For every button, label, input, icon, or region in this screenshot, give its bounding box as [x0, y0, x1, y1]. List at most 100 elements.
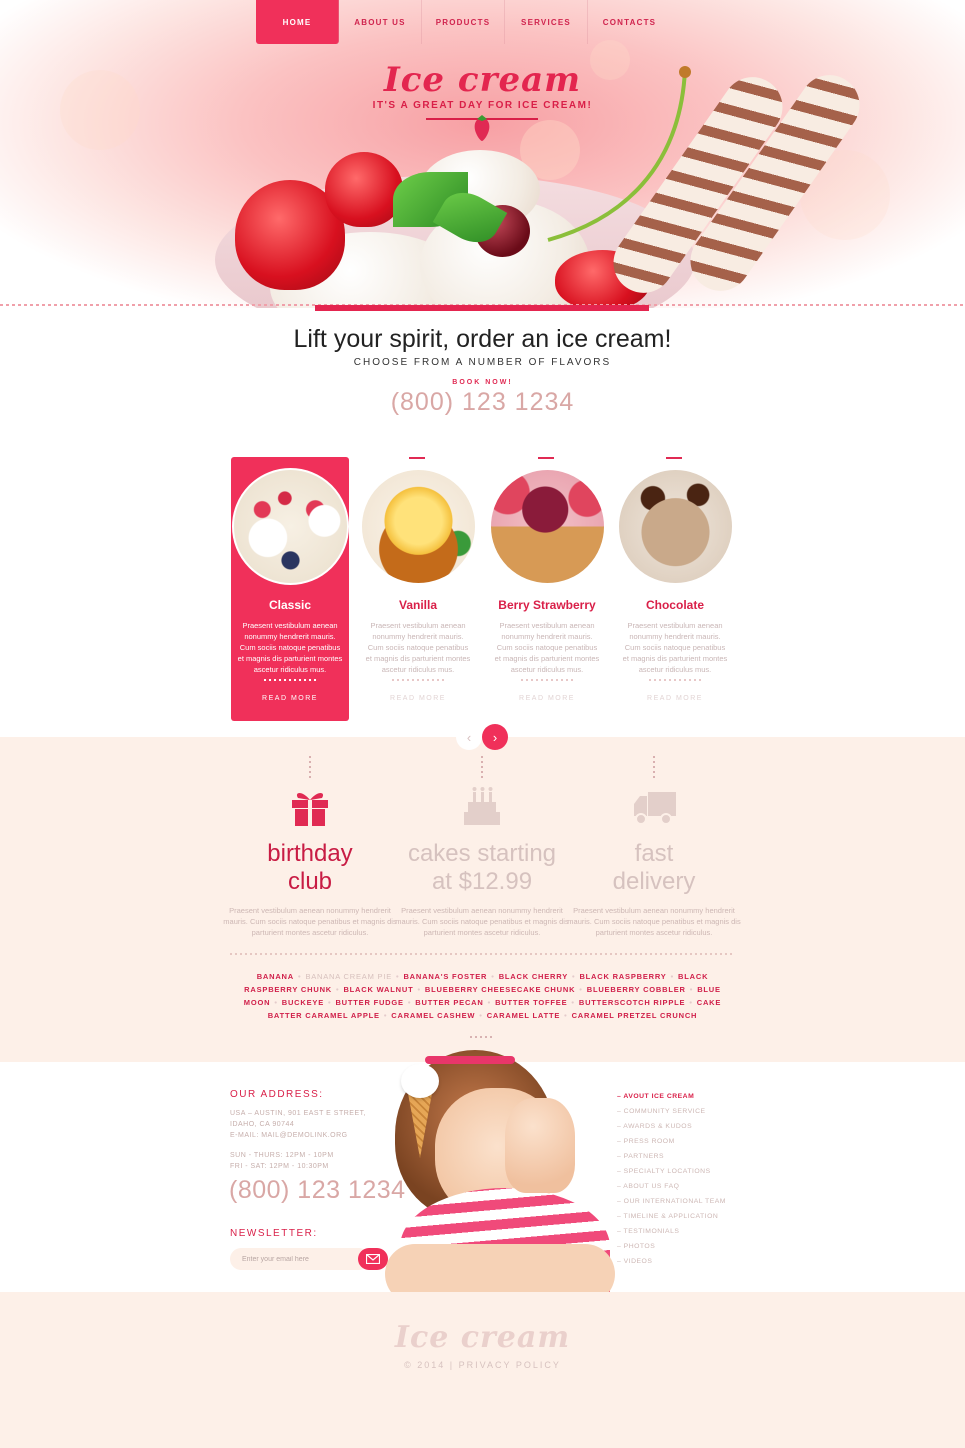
- flavor-item[interactable]: BUTTER FUDGE: [335, 998, 403, 1007]
- product-card-vanilla[interactable]: Vanilla Praesent vestibulum aenean nonum…: [359, 457, 477, 721]
- berry-strawberry-ice-cream-image: [489, 468, 606, 585]
- girl-with-ice-cream-photo: [385, 1048, 615, 1306]
- opening-hours: SUN - THURS: 12PM - 10PM: [230, 1152, 334, 1159]
- flavor-item[interactable]: BLUEBERRY CHEESECAKE CHUNK: [425, 985, 575, 994]
- flavor-list: BANANA • BANANA CREAM PIE • BANANA'S FOSTER •…: [230, 970, 735, 1022]
- nav-contacts[interactable]: CONTACTS: [588, 0, 671, 44]
- flavor-item[interactable]: BLACK WALNUT: [343, 985, 413, 994]
- envelope-icon: [366, 1254, 380, 1264]
- chocolate-ice-cream-image: [617, 468, 734, 585]
- flavor-item[interactable]: BLUEBERRY COBBLER: [587, 985, 686, 994]
- footer-logo[interactable]: Ice cream: [0, 1320, 965, 1355]
- feature-description: Praesent vestibulum aenean nonummy hendr…: [395, 906, 569, 937]
- footer-link[interactable]: AVOUT ICE CREAM: [617, 1089, 767, 1104]
- newsletter-email-input[interactable]: [230, 1248, 370, 1270]
- newsletter-submit-button[interactable]: [358, 1248, 388, 1270]
- footer-link[interactable]: TESTIMONIALS: [617, 1224, 767, 1239]
- site-logo[interactable]: Ice cream: [0, 60, 965, 100]
- flavor-item[interactable]: CARAMEL CASHEW: [391, 1011, 475, 1020]
- nav-about-us[interactable]: ABOUT US: [339, 0, 422, 44]
- carousel-next-button[interactable]: ›: [482, 724, 508, 750]
- product-description: Praesent vestibulum aenean nonummy hendr…: [494, 621, 600, 674]
- footer-phone[interactable]: (800) 123 1234: [229, 1176, 406, 1205]
- read-more-link[interactable]: READ MORE: [488, 695, 606, 702]
- footer-link[interactable]: VIDEOS: [617, 1254, 767, 1269]
- footer-link[interactable]: ABOUT US FAQ: [617, 1179, 767, 1194]
- read-more-link[interactable]: READ MORE: [616, 695, 734, 702]
- flavor-item[interactable]: BUTTERSCOTCH RIPPLE: [579, 998, 685, 1007]
- feature-title: cakes starting at $12.99: [407, 840, 557, 895]
- product-divider: [649, 679, 701, 681]
- flavor-item[interactable]: CARAMEL PRETZEL CRUNCH: [572, 1011, 698, 1020]
- flavor-item[interactable]: BANANA: [257, 972, 294, 981]
- flavor-separator: •: [689, 985, 694, 994]
- flavor-separator: •: [479, 1011, 483, 1020]
- flavor-separator: •: [579, 985, 583, 994]
- hand: [505, 1098, 575, 1193]
- flavor-separator: •: [396, 972, 400, 981]
- hero-accent-bar: [315, 305, 649, 311]
- flavor-separator: •: [572, 972, 576, 981]
- footer-link[interactable]: PHOTOS: [617, 1239, 767, 1254]
- carousel-prev-button[interactable]: ‹: [456, 724, 482, 750]
- delivery-truck-icon: [634, 792, 676, 825]
- read-more-link[interactable]: READ MORE: [359, 695, 477, 702]
- product-divider: [392, 679, 444, 681]
- flavor-item[interactable]: BLACK RASPBERRY: [579, 972, 666, 981]
- feature-description: Praesent vestibulum aenean nonummy hendr…: [223, 906, 397, 937]
- flavor-item[interactable]: BUTTER TOFFEE: [495, 998, 567, 1007]
- flavor-separator: •: [336, 985, 340, 994]
- flavor-separator: •: [670, 972, 675, 981]
- main-nav: HOME ABOUT US PRODUCTS SERVICES CONTACTS: [256, 0, 672, 46]
- section-divider: [230, 953, 735, 955]
- product-marker: [409, 457, 425, 459]
- flavor-item[interactable]: BUTTER PECAN: [415, 998, 483, 1007]
- product-card-chocolate[interactable]: Chocolate Praesent vestibulum aenean non…: [616, 457, 734, 721]
- feature-connector: [653, 756, 655, 780]
- newsletter-heading: NEWSLETTER:: [230, 1228, 318, 1239]
- copyright[interactable]: © 2014 | PRIVACY POLICY: [0, 1360, 965, 1370]
- flavor-item[interactable]: BANANA CREAM PIE: [305, 972, 392, 981]
- feature-title: fast delivery: [612, 840, 696, 895]
- footer-link[interactable]: OUR INTERNATIONAL TEAM: [617, 1194, 767, 1209]
- flavor-separator: •: [383, 1011, 388, 1020]
- feature-description: Praesent vestibulum aenean nonummy hendr…: [567, 906, 741, 937]
- flavor-separator: •: [689, 998, 693, 1007]
- flavor-separator: •: [328, 998, 332, 1007]
- product-title: Classic: [268, 598, 312, 612]
- product-card-classic[interactable]: Classic Praesent vestibulum aenean nonum…: [231, 457, 349, 721]
- headband: [425, 1056, 515, 1064]
- book-now-label[interactable]: BOOK NOW!: [0, 379, 965, 386]
- feature-connector: [481, 756, 483, 780]
- hero-banner: [0, 0, 965, 308]
- product-card-berry-strawberry[interactable]: Berry Strawberry Praesent vestibulum aen…: [488, 457, 606, 721]
- footer-link[interactable]: SPECIALTY LOCATIONS: [617, 1164, 767, 1179]
- flavor-separator: •: [407, 998, 412, 1007]
- flavor-item[interactable]: BANANA'S FOSTER: [403, 972, 487, 981]
- flavor-separator: •: [274, 998, 278, 1007]
- footer: [0, 1292, 965, 1448]
- product-title: Chocolate: [645, 598, 704, 612]
- nav-home[interactable]: HOME: [256, 0, 339, 44]
- product-title: Berry Strawberry: [498, 598, 596, 612]
- nav-products[interactable]: PRODUCTS: [422, 0, 505, 44]
- footer-link[interactable]: TIMELINE & APPLICATION: [617, 1209, 767, 1224]
- flavor-item[interactable]: BUCKEYE: [282, 998, 324, 1007]
- footer-link[interactable]: AWARDS & KUDOS: [617, 1119, 767, 1134]
- booking-phone[interactable]: (800) 123 1234: [0, 388, 965, 417]
- footer-link[interactable]: COMMUNITY SERVICE: [617, 1104, 767, 1119]
- address-email[interactable]: E-MAIL: MAIL@DEMOLINK.ORG: [230, 1132, 348, 1139]
- address-heading: OUR ADDRESS:: [230, 1089, 324, 1100]
- flavor-separator: •: [564, 1011, 568, 1020]
- flavor-item[interactable]: BLACK CHERRY: [499, 972, 568, 981]
- vanilla-ice-cream-image: [360, 468, 477, 585]
- opening-hours: FRI - SAT: 12PM - 10:30PM: [230, 1163, 329, 1170]
- read-more-link[interactable]: READ MORE: [231, 695, 349, 702]
- intro-title: Lift your spirit, order an ice cream!: [293, 325, 672, 353]
- footer-link[interactable]: PARTNERS: [617, 1149, 767, 1164]
- nav-services[interactable]: SERVICES: [505, 0, 588, 44]
- product-marker: [538, 457, 554, 459]
- footer-link[interactable]: PRESS ROOM: [617, 1134, 767, 1149]
- flavor-item[interactable]: CARAMEL LATTE: [487, 1011, 560, 1020]
- address-line: IDAHO, CA 90744: [230, 1121, 295, 1128]
